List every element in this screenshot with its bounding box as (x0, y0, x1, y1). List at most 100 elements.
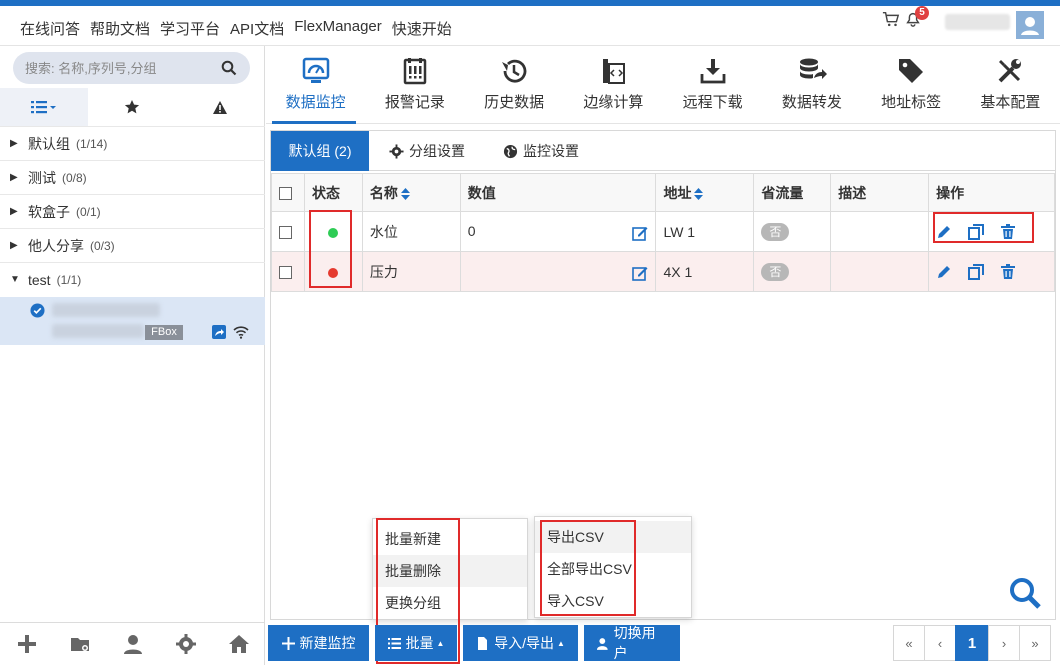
copy-icon[interactable] (968, 264, 984, 281)
floating-search-icon[interactable] (1008, 576, 1042, 610)
header-select-all[interactable] (271, 173, 305, 212)
gear-icon (389, 143, 404, 159)
user-name-blurred[interactable] (945, 14, 1010, 30)
menu-batch-delete[interactable]: 批量删除 (373, 555, 527, 587)
save-flow-cell: 否 (753, 251, 832, 292)
value-cell[interactable]: 0 (459, 211, 657, 252)
group-item-expanded[interactable]: ▼ test (1/1) (0, 262, 265, 296)
group-count: (0/1) (76, 204, 101, 219)
nav-learning[interactable]: 学习平台 (160, 18, 220, 39)
checkbox[interactable] (279, 226, 292, 240)
caret-right-icon: ▶ (10, 206, 18, 217)
search-icon[interactable] (221, 60, 237, 76)
cart-icon[interactable] (882, 10, 900, 28)
user-icon[interactable] (122, 633, 144, 655)
group-name: 他人分享 (28, 237, 84, 254)
pagination: « ‹ 1 › » (893, 625, 1051, 661)
tool-edge-computing[interactable]: 边缘计算 (564, 46, 663, 124)
tab-group-settings[interactable]: 分组设置 (389, 131, 465, 171)
tab-default-group[interactable]: 默认组 (2) (271, 131, 369, 171)
table-row: 水位 0 LW 1 否 (271, 211, 1055, 252)
group-item[interactable]: ▶ 他人分享 (0/3) (0, 228, 265, 262)
share-icon[interactable] (212, 325, 226, 339)
wifi-icon (233, 326, 249, 339)
page-prev[interactable]: ‹ (924, 625, 956, 661)
sidebar-tabs (0, 88, 265, 126)
switch-user-button[interactable]: 切换用户 (584, 625, 680, 661)
tool-data-monitor[interactable]: 数据监控 (266, 46, 365, 124)
page-last[interactable]: » (1019, 625, 1051, 661)
copy-icon[interactable] (968, 224, 984, 241)
nav-qa[interactable]: 在线问答 (20, 18, 80, 39)
tool-label: 历史数据 (484, 94, 545, 111)
group-name: 软盒子 (28, 203, 70, 220)
nav-flexmanager[interactable]: FlexManager (294, 18, 382, 39)
tool-remote-download[interactable]: 远程下载 (663, 46, 762, 124)
page-first[interactable]: « (893, 625, 925, 661)
new-monitor-button[interactable]: 新建监控 (268, 625, 369, 661)
avatar[interactable] (1016, 11, 1044, 39)
list-icon (31, 101, 56, 114)
tab-alarms[interactable] (176, 88, 264, 126)
group-item[interactable]: ▶ 软盒子 (0/1) (0, 194, 265, 228)
tool-alarm-records[interactable]: 报警记录 (365, 46, 464, 124)
tool-basic-config[interactable]: 基本配置 (961, 46, 1060, 124)
home-icon[interactable] (228, 633, 250, 655)
tool-label: 数据转发 (781, 94, 842, 111)
batch-button[interactable]: 批量 ▲ (375, 625, 457, 661)
header-actions: 操作 (928, 173, 1055, 212)
checkbox[interactable] (279, 266, 292, 280)
tool-label: 报警记录 (384, 94, 445, 111)
tool-address-tags[interactable]: 地址标签 (862, 46, 961, 124)
table-row: 压力 4X 1 否 (271, 251, 1055, 292)
trash-icon[interactable] (1000, 264, 1016, 280)
pencil-icon[interactable] (936, 224, 952, 240)
folder-settings-icon[interactable] (69, 633, 91, 655)
edit-value-icon[interactable] (632, 225, 648, 241)
pencil-icon[interactable] (936, 264, 952, 280)
list-icon (387, 637, 401, 649)
tool-history-data[interactable]: 历史数据 (465, 46, 564, 124)
tab-monitor-settings[interactable]: 监控设置 (503, 131, 579, 171)
menu-batch-create[interactable]: 批量新建 (373, 523, 527, 555)
device-search (13, 52, 250, 84)
group-name: test (28, 271, 51, 288)
header-name[interactable]: 名称 (361, 173, 461, 212)
plus-icon (281, 636, 295, 650)
trash-icon[interactable] (1000, 224, 1016, 240)
page-current[interactable]: 1 (955, 625, 989, 661)
device-item-selected[interactable]: FBox (0, 297, 265, 345)
page-next[interactable]: › (988, 625, 1020, 661)
nav-api-docs[interactable]: API文档 (230, 18, 284, 39)
header-value: 数值 (459, 173, 657, 212)
add-icon[interactable] (16, 633, 38, 655)
description-cell (830, 211, 930, 252)
checkbox[interactable] (279, 187, 292, 201)
menu-change-group[interactable]: 更换分组 (373, 587, 527, 619)
status-online-dot (328, 227, 339, 238)
gear-icon[interactable] (175, 633, 197, 655)
group-item[interactable]: ▶ 测试 (0/8) (0, 160, 265, 194)
group-item[interactable]: ▶ 默认组 (1/14) (0, 126, 265, 160)
tab-list-view[interactable] (0, 88, 88, 126)
notification-badge: 5 (915, 6, 929, 20)
save-flow-badge[interactable]: 否 (761, 262, 790, 281)
value-cell[interactable] (459, 251, 657, 292)
import-export-button[interactable]: 导入/导出 ▲ (463, 625, 578, 661)
menu-import-csv[interactable]: 导入CSV (535, 585, 691, 617)
database-forward-icon (799, 58, 827, 79)
tool-data-forward[interactable]: 数据转发 (762, 46, 861, 124)
edit-value-icon[interactable] (632, 265, 648, 281)
header-address[interactable]: 地址 (655, 173, 755, 212)
tool-label: 远程下载 (682, 94, 743, 111)
save-flow-badge[interactable]: 否 (761, 222, 790, 241)
nav-help-docs[interactable]: 帮助文档 (90, 18, 150, 39)
menu-export-csv[interactable]: 导出CSV (535, 521, 691, 553)
bottom-action-bar: 新建监控 批量 ▲ 导入/导出 ▲ 切换用户 (268, 625, 680, 661)
search-input[interactable] (25, 58, 215, 78)
history-icon (502, 59, 527, 83)
nav-quickstart[interactable]: 快速开始 (392, 18, 452, 39)
tab-favorites[interactable] (88, 88, 176, 126)
menu-export-all-csv[interactable]: 全部导出CSV (535, 553, 691, 585)
group-count: (0/8) (62, 170, 87, 185)
